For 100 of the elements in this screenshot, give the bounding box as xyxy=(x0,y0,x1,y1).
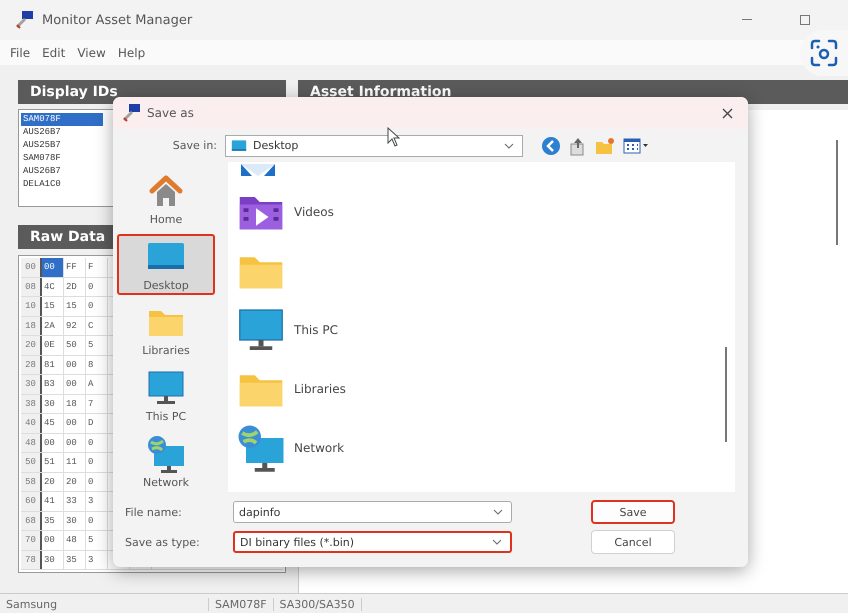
byte-cell[interactable]: 81 xyxy=(42,356,64,374)
camera-scan-icon xyxy=(809,38,839,68)
address-cell: 78 xyxy=(21,550,42,569)
address-cell: 10 xyxy=(21,297,42,316)
minimize-icon xyxy=(742,19,752,21)
address-cell: 38 xyxy=(21,394,42,413)
byte-cell[interactable]: 45 xyxy=(42,414,64,432)
byte-cell[interactable]: 2A xyxy=(42,316,64,335)
place-item[interactable]: Network xyxy=(117,430,215,492)
display-id-item[interactable]: AUS26B7 xyxy=(21,126,103,139)
byte-cell[interactable]: 0 xyxy=(86,278,108,296)
byte-cell[interactable]: 00 xyxy=(64,414,86,432)
menu-item[interactable]: Edit xyxy=(38,44,70,62)
close-icon xyxy=(722,108,732,118)
cursor-icon xyxy=(387,127,401,147)
dialog-title: Save as xyxy=(147,106,194,120)
byte-cell[interactable]: 33 xyxy=(64,492,86,510)
desktop-icon xyxy=(231,138,247,154)
byte-cell[interactable]: 48 xyxy=(64,531,86,550)
save-button[interactable]: Save xyxy=(591,500,675,524)
byte-cell[interactable]: B3 xyxy=(42,375,64,394)
byte-cell[interactable]: 41 xyxy=(42,492,64,510)
explorer-item[interactable]: Network xyxy=(228,418,735,477)
byte-cell[interactable]: 4C xyxy=(42,278,64,296)
byte-cell[interactable]: 3 xyxy=(86,550,108,569)
address-cell: 68 xyxy=(21,512,42,530)
place-item[interactable]: Libraries xyxy=(117,299,215,361)
byte-cell[interactable]: 15 xyxy=(64,297,86,316)
save-in-dropdown[interactable]: Desktop xyxy=(225,134,523,156)
scrollbar-thumb[interactable] xyxy=(725,347,727,442)
status-text: Samsung xyxy=(0,598,209,610)
byte-cell[interactable]: 0 xyxy=(86,434,108,452)
byte-cell[interactable]: 0 xyxy=(86,453,108,472)
menu-item[interactable]: Help xyxy=(114,44,150,62)
network-icon xyxy=(146,434,186,474)
byte-cell[interactable]: D xyxy=(86,414,108,432)
display-id-item[interactable]: AUS25B7 xyxy=(21,139,103,152)
back-icon[interactable] xyxy=(541,136,561,156)
status-text: SAM078F xyxy=(209,598,274,610)
byte-cell[interactable]: 00 xyxy=(42,531,64,550)
address-cell: 00 xyxy=(21,258,42,276)
file-name-field[interactable]: dapinfo xyxy=(233,501,512,523)
byte-cell[interactable]: 51 xyxy=(42,453,64,472)
view-menu-icon[interactable] xyxy=(623,138,649,154)
byte-cell[interactable]: C xyxy=(86,316,108,335)
display-id-item[interactable]: SAM078F xyxy=(21,152,103,165)
byte-cell[interactable]: 0 xyxy=(86,472,108,491)
byte-cell[interactable]: 15 xyxy=(42,297,64,316)
byte-cell[interactable]: 3 xyxy=(86,492,108,510)
byte-cell[interactable]: 35 xyxy=(42,512,64,530)
address-cell: 40 xyxy=(21,414,42,432)
byte-cell[interactable]: 5 xyxy=(86,531,108,550)
field-label: Save in: xyxy=(172,139,218,152)
byte-cell[interactable]: 50 xyxy=(64,336,86,354)
byte-cell[interactable]: 5 xyxy=(86,336,108,354)
byte-cell[interactable]: 0E xyxy=(42,336,64,354)
address-cell: 30 xyxy=(21,375,42,394)
byte-cell[interactable]: 7 xyxy=(86,394,108,413)
display-id-item[interactable]: SAM078F xyxy=(21,113,103,126)
menu-item[interactable]: View xyxy=(73,44,110,62)
byte-cell[interactable]: 30 xyxy=(64,512,86,530)
chevron-down-icon xyxy=(493,509,503,515)
address-cell: 70 xyxy=(21,531,42,550)
byte-cell[interactable]: FF xyxy=(64,258,86,276)
new-folder-icon[interactable] xyxy=(595,136,615,154)
chevron-down-icon xyxy=(492,539,502,545)
byte-cell[interactable]: 11 xyxy=(64,453,86,472)
menu-item[interactable]: File xyxy=(6,44,34,62)
byte-cell[interactable]: 0 xyxy=(86,512,108,530)
window-title: Monitor Asset Manager xyxy=(42,12,192,28)
byte-cell[interactable]: 00 xyxy=(42,258,64,276)
explorer-item[interactable]: Libraries xyxy=(228,359,735,418)
byte-cell[interactable]: 92 xyxy=(64,316,86,335)
byte-cell[interactable]: F xyxy=(86,258,108,276)
chevron-down-icon xyxy=(504,142,514,148)
byte-cell[interactable]: 00 xyxy=(64,356,86,374)
scrollbar-thumb[interactable] xyxy=(836,140,838,245)
cancel-button[interactable]: Cancel xyxy=(591,530,675,554)
byte-cell[interactable]: 8 xyxy=(86,356,108,374)
explorer-item[interactable]: This PC xyxy=(228,300,735,359)
byte-cell[interactable]: 20 xyxy=(42,472,64,491)
byte-cell[interactable]: 20 xyxy=(64,472,86,491)
byte-cell[interactable]: 0 xyxy=(86,297,108,316)
address-cell: 58 xyxy=(21,472,42,491)
byte-cell[interactable]: 00 xyxy=(64,434,86,452)
address-cell: 20 xyxy=(21,336,42,354)
address-cell: 18 xyxy=(21,316,42,335)
byte-cell[interactable]: 35 xyxy=(64,550,86,569)
byte-cell[interactable]: 30 xyxy=(42,394,64,413)
byte-cell[interactable]: 00 xyxy=(42,434,64,452)
save-type-dropdown[interactable]: DI binary files (*.bin) xyxy=(233,531,512,553)
display-id-item[interactable]: DELA1C0 xyxy=(21,178,103,191)
place-item[interactable]: This PC xyxy=(117,364,215,426)
byte-cell[interactable]: A xyxy=(86,375,108,394)
byte-cell[interactable]: 18 xyxy=(64,394,86,413)
byte-cell[interactable]: 00 xyxy=(64,375,86,394)
display-id-item[interactable]: AUS26B7 xyxy=(21,165,103,178)
byte-cell[interactable]: 2D xyxy=(64,278,86,296)
place-item[interactable]: Desktop xyxy=(117,234,215,296)
byte-cell[interactable]: 30 xyxy=(42,550,64,569)
